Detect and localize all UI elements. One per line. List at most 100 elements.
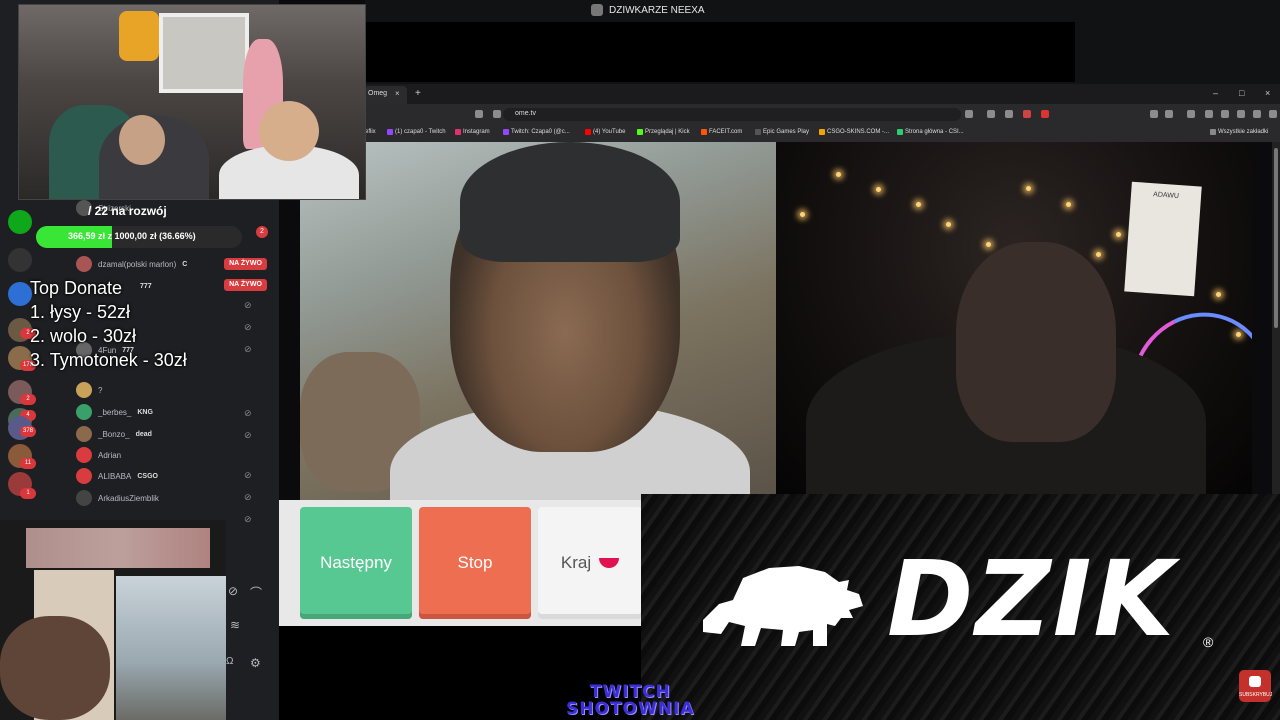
profile-icon[interactable] — [1221, 110, 1229, 118]
member-name: ArkadiusZiemblik — [98, 493, 159, 503]
mute-mic-icon[interactable]: ⊘ — [228, 584, 238, 598]
streamer-facecam — [18, 4, 366, 200]
member-row[interactable]: _Bonzo_ dead — [76, 424, 152, 444]
bookmark-item[interactable]: (4) YouTube — [585, 129, 625, 135]
donation-goal-bar: 366,59 zł z 1000,00 zł (36.66%) — [36, 226, 242, 248]
screen-share-frame — [365, 22, 1075, 82]
muted-icon: ⊘ — [244, 344, 252, 354]
disconnect-icon[interactable]: ⌒ — [250, 584, 262, 601]
bookmark-item[interactable]: Instagram — [455, 129, 490, 135]
stranger-video — [300, 142, 776, 500]
member-name: ? — [98, 385, 103, 395]
server-icon[interactable] — [8, 282, 32, 306]
mention-badge: 11 — [20, 458, 36, 469]
scrollbar-thumb[interactable] — [1274, 148, 1278, 328]
bookmark-item[interactable]: CSGO-SKINS.COM -... — [819, 129, 889, 135]
site-info-icon[interactable] — [493, 110, 501, 118]
member-row[interactable]: Adrian — [76, 445, 121, 465]
headset-icon[interactable]: Ω — [226, 656, 233, 667]
address-row: ome.tv — [365, 104, 1280, 124]
location-icon[interactable] — [1253, 110, 1261, 118]
notification-badge: 2 — [256, 226, 268, 238]
adblock-icon[interactable] — [1041, 110, 1049, 118]
bookmark-icon[interactable] — [475, 110, 483, 118]
next-label: Następny — [320, 553, 392, 572]
cam-figure — [116, 576, 226, 720]
bookmark-label: (1) czapa0 - Twitch — [395, 129, 446, 135]
bookmark-label: Instagram — [463, 129, 490, 135]
live-badge: NA ŻYWO — [224, 279, 267, 291]
history-icon[interactable] — [1237, 110, 1245, 118]
bookmark-item[interactable]: Epic Games Play — [755, 129, 809, 135]
top-donate-entry: 2. wolo - 30zł — [30, 326, 137, 346]
top-donate-overlay: Top Donate 1. łysy - 52zł 2. wolo - 30zł… — [30, 276, 187, 372]
member-name: Adrian — [98, 450, 122, 460]
settings-icon[interactable]: ⚙ — [250, 656, 261, 670]
bookmark-label: Przeglądaj | Kick — [645, 129, 690, 135]
sidebar-icon[interactable] — [1205, 110, 1213, 118]
muted-icon: ⊘ — [244, 492, 252, 502]
fairy-light — [986, 242, 991, 247]
next-button[interactable]: Następny — [300, 507, 412, 619]
share-icon[interactable] — [1005, 110, 1013, 118]
downloads-icon[interactable] — [1165, 110, 1173, 118]
bookmark-item[interactable]: Twitch: Czapa0 (@c... — [503, 129, 570, 135]
minimize-button[interactable]: – — [1213, 88, 1218, 98]
twitch-icon — [503, 129, 509, 135]
tab-close-icon[interactable]: × — [395, 89, 400, 98]
cast-icon[interactable] — [965, 110, 973, 118]
muted-icon: ⊘ — [244, 408, 252, 418]
server-icon[interactable] — [8, 210, 32, 234]
maximize-button[interactable]: □ — [1239, 88, 1244, 98]
close-window-button[interactable]: × — [1265, 88, 1270, 98]
extensions-icon[interactable] — [1150, 110, 1158, 118]
mention-badge: 1 — [20, 488, 36, 499]
page-scrollbar[interactable] — [1272, 142, 1280, 494]
country-label: Kraj — [560, 553, 592, 572]
bookmark-item[interactable]: Strona główna - CSI... — [897, 129, 964, 135]
menu-icon[interactable] — [1269, 110, 1277, 118]
stop-button[interactable]: Stop — [419, 507, 531, 619]
cam-figure — [159, 13, 249, 93]
member-row[interactable]: ? — [76, 380, 102, 400]
reading-list-icon[interactable] — [1187, 110, 1195, 118]
address-bar[interactable]: ome.tv — [503, 108, 961, 121]
member-row[interactable]: ArkadiusZiemblik — [76, 488, 159, 508]
member-row[interactable]: _berbes_ KNG — [76, 402, 153, 422]
new-tab-button[interactable]: + — [415, 88, 421, 99]
member-row[interactable]: ALIBABA CSGO — [76, 466, 158, 486]
tab-label: Omeg — [368, 90, 388, 97]
member-tag: CSGO — [137, 472, 158, 480]
youtube-icon — [585, 129, 591, 135]
muted-icon: ⊘ — [244, 430, 252, 440]
folder-icon — [1210, 129, 1216, 135]
avatar — [76, 447, 92, 463]
brand-name: DZIK — [887, 538, 1177, 660]
server-icon[interactable] — [8, 248, 32, 272]
tab-strip: Omeg × + – □ × — [365, 84, 1280, 104]
bookmark-item[interactable]: Przeglądaj | Kick — [637, 129, 690, 135]
country-button[interactable]: Kraj — [538, 507, 642, 619]
bookmark-item[interactable]: eflix — [365, 129, 376, 135]
bookmark-item[interactable]: FACEIT.com — [701, 129, 742, 135]
bookmark-label: Twitch: Czapa0 (@c... — [511, 129, 570, 135]
noise-suppression-icon[interactable]: ≋ — [230, 618, 240, 632]
avatar — [76, 468, 92, 484]
translate-icon[interactable] — [987, 110, 995, 118]
fairy-light — [836, 172, 841, 177]
extension-icon[interactable] — [1023, 110, 1031, 118]
avatar — [76, 256, 92, 272]
boar-logo-icon — [703, 566, 863, 646]
goal-title-text: na rozwój — [111, 204, 167, 218]
fairy-light — [916, 202, 921, 207]
all-bookmarks[interactable]: Wszystkie zakładki — [1210, 129, 1268, 135]
member-tag: KNG — [137, 408, 153, 416]
self-video: ADAWU — [776, 142, 1252, 494]
registered-mark: ® — [1203, 634, 1214, 650]
bookmark-item[interactable]: (1) czapa0 - Twitch — [387, 129, 446, 135]
fairy-light — [876, 187, 881, 192]
watermark-line: SHOTOWNIA — [566, 699, 695, 719]
tab-ometv[interactable]: Omeg — [365, 86, 407, 104]
voice-controls: ⊘ ⌒ ≋ ⚙ Ω — [226, 580, 278, 690]
member-row[interactable]: dzamal(polski marlon) C — [76, 254, 187, 274]
